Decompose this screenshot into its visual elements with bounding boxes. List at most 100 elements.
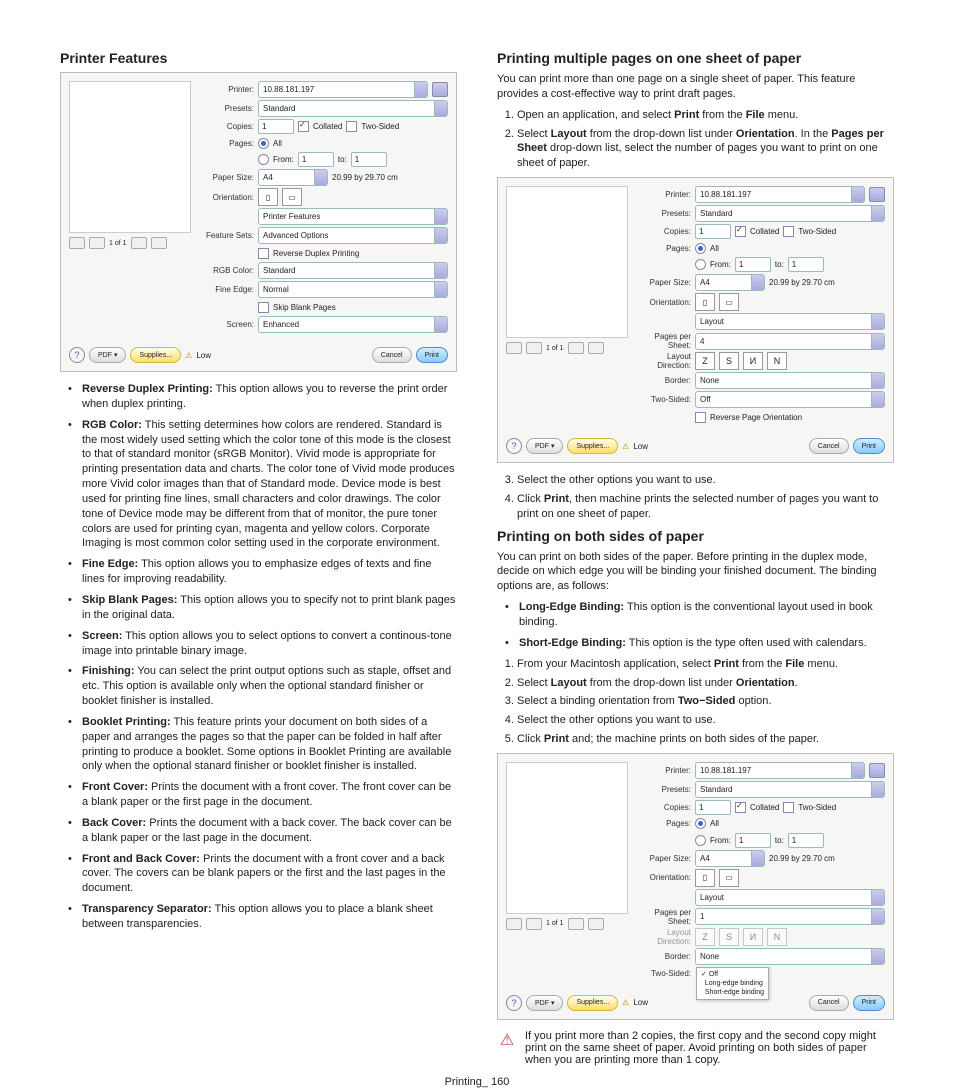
- paper-select[interactable]: A4: [258, 169, 328, 186]
- nav-next-icon[interactable]: [131, 237, 147, 249]
- nav-last-icon[interactable]: [588, 918, 604, 930]
- cancel-button[interactable]: Cancel: [372, 347, 412, 363]
- printer-features-heading: Printer Features: [60, 50, 457, 66]
- twosided-checkbox[interactable]: [783, 802, 794, 813]
- twosided-checkbox[interactable]: [346, 121, 357, 132]
- print-button[interactable]: Print: [416, 347, 448, 363]
- pages-from-radio[interactable]: [258, 154, 269, 165]
- print-button[interactable]: Print: [853, 438, 885, 454]
- landscape-icon[interactable]: ▭: [719, 869, 739, 887]
- pages-all-radio[interactable]: [258, 138, 269, 149]
- twosided-menu[interactable]: ✓ Off Long-edge binding Short-edge bindi…: [696, 967, 769, 1000]
- nav-prev-icon[interactable]: [89, 237, 105, 249]
- section-select[interactable]: Printer Features: [258, 208, 448, 225]
- twosided-short[interactable]: Short-edge binding: [701, 988, 764, 997]
- nav-last-icon[interactable]: [151, 237, 167, 249]
- pages-all-radio[interactable]: [695, 818, 706, 829]
- presets-select[interactable]: Standard: [258, 100, 448, 117]
- nav-first-icon[interactable]: [69, 237, 85, 249]
- pages-all-radio[interactable]: [695, 243, 706, 254]
- pages-per-sheet-select[interactable]: 1: [695, 908, 885, 925]
- nav-first-icon[interactable]: [506, 918, 522, 930]
- nav-last-icon[interactable]: [588, 342, 604, 354]
- printer-select[interactable]: 10.88.181.197: [258, 81, 428, 98]
- landscape-icon[interactable]: ▭: [719, 293, 739, 311]
- preview-area: 1 of 1: [69, 81, 191, 333]
- section-select[interactable]: Layout: [695, 889, 885, 906]
- featureset-label: Feature Sets:: [199, 231, 254, 240]
- supplies-button[interactable]: Supplies...: [567, 995, 618, 1011]
- nav-first-icon[interactable]: [506, 342, 522, 354]
- collated-checkbox[interactable]: [735, 226, 746, 237]
- featureset-select[interactable]: Advanced Options: [258, 227, 448, 244]
- pages-from-radio[interactable]: [695, 835, 706, 846]
- nav-next-icon[interactable]: [568, 342, 584, 354]
- layout-dir-s-icon[interactable]: S: [719, 352, 739, 370]
- nav-prev-icon[interactable]: [526, 918, 542, 930]
- page-footer: Printing_ 160: [60, 1066, 894, 1088]
- binding-options: Long-Edge Binding: This option is the co…: [497, 600, 894, 651]
- portrait-icon[interactable]: ▯: [695, 293, 715, 311]
- twosided-select[interactable]: Off: [695, 391, 885, 408]
- twosided-label: Two-Sided: [361, 122, 399, 131]
- portrait-icon[interactable]: ▯: [258, 188, 278, 206]
- border-select[interactable]: None: [695, 948, 885, 965]
- printer-label: Printer:: [199, 85, 254, 94]
- skip-blank-checkbox[interactable]: [258, 302, 269, 313]
- multi-page-intro: You can print more than one page on a si…: [497, 72, 894, 102]
- step-item: Click Print and; the machine prints on b…: [517, 732, 894, 747]
- printer-stepper[interactable]: [869, 763, 885, 778]
- pages-per-sheet-select[interactable]: 4: [695, 333, 885, 350]
- low-warning-icon: ⚠: [622, 998, 629, 1007]
- landscape-icon[interactable]: ▭: [282, 188, 302, 206]
- pdf-button[interactable]: PDF ▾: [526, 438, 563, 454]
- layout-dir-z-icon[interactable]: Z: [695, 352, 715, 370]
- print-button[interactable]: Print: [853, 995, 885, 1011]
- rgb-select[interactable]: Standard: [258, 262, 448, 279]
- twosided-checkbox[interactable]: [783, 226, 794, 237]
- settings-panel: Printer:10.88.181.197 Presets:Standard C…: [199, 81, 448, 333]
- to-label: to:: [338, 155, 347, 164]
- help-icon[interactable]: ?: [506, 438, 522, 454]
- paper-select[interactable]: A4: [695, 274, 765, 291]
- cancel-button[interactable]: Cancel: [809, 995, 849, 1011]
- layout-dir-rn-icon[interactable]: N: [767, 352, 787, 370]
- supplies-button[interactable]: Supplies...: [567, 438, 618, 454]
- printer-select[interactable]: 10.88.181.197: [695, 762, 865, 779]
- layout-dir-n-icon[interactable]: И: [743, 352, 763, 370]
- reverse-duplex-checkbox[interactable]: [258, 248, 269, 259]
- pages-from-radio[interactable]: [695, 259, 706, 270]
- nav-next-icon[interactable]: [568, 918, 584, 930]
- border-select[interactable]: None: [695, 372, 885, 389]
- low-label: Low: [196, 351, 211, 360]
- printer-select[interactable]: 10.88.181.197: [695, 186, 865, 203]
- presets-select[interactable]: Standard: [695, 205, 885, 222]
- columns: Printer Features 1 of 1: [60, 50, 894, 1066]
- printer-stepper[interactable]: [432, 82, 448, 97]
- help-icon[interactable]: ?: [506, 995, 522, 1011]
- nav-prev-icon[interactable]: [526, 342, 542, 354]
- reverse-page-checkbox[interactable]: [695, 412, 706, 423]
- help-icon[interactable]: ?: [69, 347, 85, 363]
- copies-input[interactable]: 1: [695, 224, 731, 239]
- presets-select[interactable]: Standard: [695, 781, 885, 798]
- collated-checkbox[interactable]: [735, 802, 746, 813]
- screen-select[interactable]: Enhanced: [258, 316, 448, 333]
- copies-input[interactable]: 1: [258, 119, 294, 134]
- layout-dir-z-icon: Z: [695, 928, 715, 946]
- twosided-long[interactable]: Long-edge binding: [701, 979, 764, 988]
- printer-stepper[interactable]: [869, 187, 885, 202]
- pdf-button[interactable]: PDF ▾: [89, 347, 126, 363]
- section-select[interactable]: Layout: [695, 313, 885, 330]
- fineedge-select[interactable]: Normal: [258, 281, 448, 298]
- twosided-off[interactable]: ✓ Off: [701, 970, 764, 979]
- supplies-button[interactable]: Supplies...: [130, 347, 181, 363]
- collated-checkbox[interactable]: [298, 121, 309, 132]
- from-input[interactable]: 1: [298, 152, 334, 167]
- step-item: Select a binding orientation from Two−Si…: [517, 694, 894, 709]
- portrait-icon[interactable]: ▯: [695, 869, 715, 887]
- to-input[interactable]: 1: [351, 152, 387, 167]
- paper-select[interactable]: A4: [695, 850, 765, 867]
- pdf-button[interactable]: PDF ▾: [526, 995, 563, 1011]
- cancel-button[interactable]: Cancel: [809, 438, 849, 454]
